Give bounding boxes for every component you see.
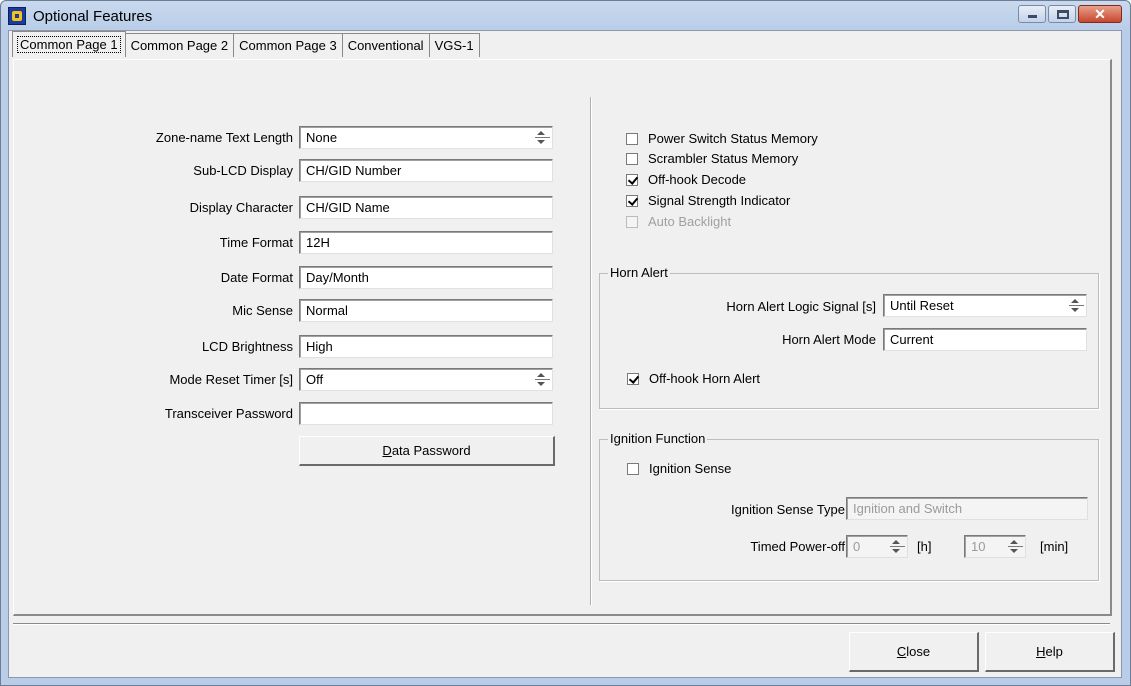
tab-vgs-1[interactable]: VGS-1 xyxy=(429,33,480,57)
horn-alert-mode-field[interactable]: Current xyxy=(883,328,1087,351)
tab-common-page-3[interactable]: Common Page 3 xyxy=(234,33,343,57)
checkmark-icon xyxy=(627,373,639,385)
ignition-sense-checkbox[interactable]: Ignition Sense xyxy=(627,462,731,476)
tab-common-page-1[interactable]: Common Page 1 xyxy=(12,31,126,57)
spin-arrows-icon[interactable] xyxy=(535,371,550,388)
close-x-icon: ✕ xyxy=(1094,6,1106,22)
mode-reset-timer-label: Mode Reset Timer [s] xyxy=(169,372,293,387)
horn-alert-group-title: Horn Alert xyxy=(608,265,670,281)
mode-reset-timer-spinner[interactable]: Off xyxy=(299,368,553,391)
auto-backlight-checkbox: Auto Backlight xyxy=(626,215,731,229)
checkbox-box xyxy=(626,133,638,145)
app-icon xyxy=(8,7,26,25)
signal-strength-indicator-checkbox[interactable]: Signal Strength Indicator xyxy=(626,194,790,208)
horn-alert-logic-signal-spinner[interactable]: Until Reset xyxy=(883,294,1087,317)
window-title: Optional Features xyxy=(33,8,153,25)
horn-alert-logic-signal-label: Horn Alert Logic Signal [s] xyxy=(726,299,876,314)
timed-power-off-hours-spinner: 0 xyxy=(846,535,908,558)
timed-power-off-minutes-spinner: 10 xyxy=(964,535,1026,558)
time-format-label: Time Format xyxy=(219,235,293,250)
footer-divider xyxy=(13,623,1110,625)
power-switch-status-memory-checkbox[interactable]: Power Switch Status Memory xyxy=(626,132,818,146)
minimize-button[interactable] xyxy=(1018,5,1046,23)
title-bar[interactable]: Optional Features ✕ xyxy=(1,1,1130,31)
minutes-unit-label: [min] xyxy=(1040,539,1069,554)
timed-power-off-label: Timed Power-off xyxy=(750,539,845,554)
ignition-sense-type-field: Ignition and Switch xyxy=(846,497,1088,520)
zone-name-text-length-spinner[interactable]: None xyxy=(299,126,553,149)
close-button[interactable]: Close xyxy=(849,632,979,672)
ignition-sense-type-label: Ignition Sense Type xyxy=(731,502,845,517)
tab-common-page-2[interactable]: Common Page 2 xyxy=(125,33,235,57)
data-password-button[interactable]: Data Password xyxy=(299,436,555,466)
lcd-brightness-field[interactable]: High xyxy=(299,335,553,358)
sub-lcd-display-label: Sub-LCD Display xyxy=(193,163,293,178)
lcd-brightness-label: LCD Brightness xyxy=(201,339,293,354)
sub-lcd-display-field[interactable]: CH/GID Number xyxy=(299,159,553,182)
date-format-field[interactable]: Day/Month xyxy=(299,266,553,289)
checkmark-icon xyxy=(626,195,638,207)
checkbox-box xyxy=(626,153,638,165)
checkbox-box xyxy=(627,463,639,475)
spin-arrows-icon xyxy=(1008,538,1023,555)
time-format-field[interactable]: 12H xyxy=(299,231,553,254)
off-hook-decode-checkbox[interactable]: Off-hook Decode xyxy=(626,173,746,187)
column-divider xyxy=(590,97,592,605)
off-hook-horn-alert-checkbox[interactable]: Off-hook Horn Alert xyxy=(627,372,760,386)
ignition-function-group-title: Ignition Function xyxy=(608,431,708,447)
mic-sense-label: Mic Sense xyxy=(232,303,293,318)
mic-sense-field[interactable]: Normal xyxy=(299,299,553,322)
close-window-button[interactable]: ✕ xyxy=(1078,5,1122,23)
hours-unit-label: [h] xyxy=(917,539,932,554)
spin-arrows-icon[interactable] xyxy=(535,129,550,146)
scrambler-status-memory-checkbox[interactable]: Scrambler Status Memory xyxy=(626,152,798,166)
transceiver-password-label: Transceiver Password xyxy=(164,406,293,421)
display-character-label: Display Character xyxy=(189,200,293,215)
help-button[interactable]: Help xyxy=(985,632,1115,672)
transceiver-password-input[interactable] xyxy=(299,402,553,425)
tab-conventional[interactable]: Conventional xyxy=(342,33,430,57)
tab-strip: Common Page 1 Common Page 2 Common Page … xyxy=(12,31,480,58)
horn-alert-mode-label: Horn Alert Mode xyxy=(782,332,876,347)
display-character-field[interactable]: CH/GID Name xyxy=(299,196,553,219)
checkmark-icon xyxy=(626,174,638,186)
checkbox-box xyxy=(626,216,638,228)
spin-arrows-icon[interactable] xyxy=(1069,297,1084,314)
zone-name-text-length-label: Zone-name Text Length xyxy=(155,130,293,145)
spin-arrows-icon xyxy=(890,538,905,555)
maximize-button[interactable] xyxy=(1048,5,1076,23)
date-format-label: Date Format xyxy=(220,270,293,285)
